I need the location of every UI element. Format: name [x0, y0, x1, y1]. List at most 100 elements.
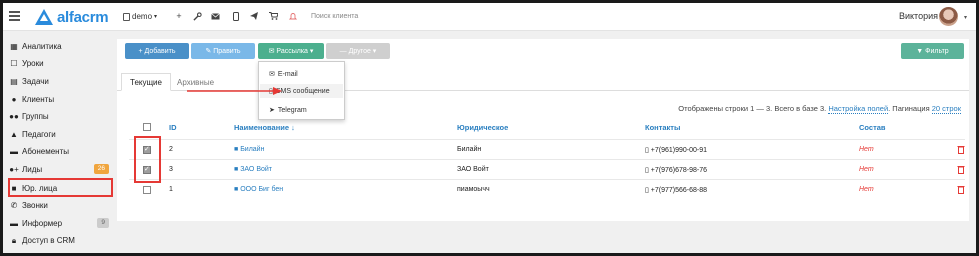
row-name: Билайн [240, 146, 265, 153]
mailing-button[interactable]: ✉ Рассылка ▾ [258, 43, 324, 59]
table-row[interactable]: 3 ■ ЗАО Войт ЗАО Войт ▯ +7(976)678-98-76… [129, 159, 965, 179]
telegram-icon: ➤ [269, 107, 275, 114]
filter-button[interactable]: ▼ Фильтр [901, 43, 964, 59]
row-name-link[interactable]: ■ ЗАО Войт [234, 166, 272, 173]
plus-icon[interactable]: + [173, 10, 185, 22]
phone-icon[interactable] [230, 10, 242, 22]
row-id: 2 [169, 146, 173, 153]
menu-icon[interactable] [9, 11, 20, 21]
mail-icon[interactable] [209, 10, 221, 22]
sidebar-item-teachers[interactable]: ▲ Педагоги [9, 127, 111, 142]
select-all-checkbox[interactable] [143, 123, 151, 131]
column-id[interactable]: ID [169, 123, 177, 132]
sidebar-item-informer[interactable]: ▬ Информер 9 [9, 216, 111, 231]
trash-icon[interactable] [957, 165, 965, 174]
legal-entities-highlight [8, 178, 113, 197]
menu-item-telegram[interactable]: ➤ Telegram [269, 104, 307, 116]
avatar[interactable] [939, 7, 958, 26]
row-name: ЗАО Войт [240, 166, 272, 173]
logo-text: alfacrm [57, 8, 109, 26]
branch-selector[interactable]: demo ▾ [123, 12, 157, 21]
user-name[interactable]: Виктория [899, 11, 938, 21]
add-button[interactable]: + Добавить [125, 43, 189, 59]
sidebar-item-label: Звонки [22, 201, 48, 210]
trash-icon[interactable] [957, 185, 965, 194]
sidebar-item-crm-access[interactable]: 🔒︎ Доступ в CRM [9, 233, 111, 248]
column-contacts[interactable]: Контакты [645, 123, 680, 132]
row-phone-text: +7(976)678-98-76 [650, 167, 708, 174]
branch-label: demo [132, 12, 153, 21]
field-settings-link[interactable]: Настройка полей [828, 104, 889, 114]
analytics-icon: ▦ [10, 42, 18, 51]
alfa-logo-icon [35, 9, 53, 25]
row-phone[interactable]: ▯ +7(961)990-00-91 [645, 146, 707, 154]
table-row[interactable]: 2 ■ Билайн Билайн ▯ +7(961)990-00-91 Нет [129, 139, 965, 159]
app-window: alfacrm demo ▾ + Поиск клиента Виктория … [3, 3, 976, 253]
other-button[interactable]: — Другое ▾ [326, 43, 390, 59]
cart-icon[interactable] [267, 10, 279, 22]
tab-current[interactable]: Текущие [121, 73, 171, 91]
info-icon: ▬ [10, 219, 18, 228]
sidebar-item-label: Педагоги [22, 130, 56, 139]
row-phone[interactable]: ▯ +7(977)566-68-88 [645, 186, 707, 194]
pagination-label: . Пагинация [888, 104, 930, 113]
row-name-link[interactable]: ■ ООО Биг бен [234, 186, 283, 193]
sidebar-item-label: Лиды [22, 165, 43, 174]
row-name-link[interactable]: ■ Билайн [234, 146, 264, 153]
row-id: 3 [169, 166, 173, 173]
telegram-icon[interactable] [248, 10, 260, 22]
wrench-icon[interactable] [191, 10, 203, 22]
menu-item-label: Telegram [277, 106, 307, 114]
app-logo[interactable]: alfacrm [33, 7, 109, 27]
row-phone-text: +7(961)990-00-91 [650, 147, 708, 154]
row-legal: Билайн [457, 146, 482, 153]
sidebar-item-subscriptions[interactable]: ▬ Абонементы [9, 144, 111, 159]
building-icon [123, 12, 130, 21]
chevron-down-icon[interactable]: ▾ [964, 14, 967, 21]
trash-icon[interactable] [957, 145, 965, 154]
row-staff: Нет [859, 186, 874, 193]
edit-button[interactable]: ✎ Править [191, 43, 255, 59]
row-phone[interactable]: ▯ +7(976)678-98-76 [645, 166, 707, 174]
sidebar-item-leads[interactable]: ●+ Лиды 26 [9, 162, 111, 177]
table-row[interactable]: 1 ■ ООО Биг бен пиамоычч ▯ +7(977)566-68… [129, 179, 965, 199]
row-checkbox[interactable] [143, 186, 151, 194]
sidebar-item-lessons[interactable]: ☐ Уроки [9, 56, 111, 71]
search-input[interactable]: Поиск клиента [311, 13, 358, 20]
checked-rows-highlight [134, 136, 161, 183]
row-staff: Нет [859, 146, 874, 153]
pagination-select[interactable]: 20 строк [931, 104, 961, 114]
row-phone-text: +7(977)566-68-88 [650, 187, 708, 194]
table-info: Отображены строки 1 — 3. Всего в базе 3.… [678, 104, 961, 114]
sidebar-item-calls[interactable]: ✆ Звонки [9, 198, 111, 213]
sidebar-item-label: Доступ в CRM [22, 236, 75, 245]
sidebar-item-groups[interactable]: ●● Группы [9, 109, 111, 124]
menu-item-email[interactable]: ✉ E-mail [269, 68, 298, 80]
bell-icon[interactable] [287, 10, 299, 22]
sidebar-item-label: Группы [22, 112, 49, 121]
user-plus-icon: ●+ [9, 165, 19, 174]
calendar-icon: ☐ [10, 59, 18, 68]
row-legal: пиамоычч [457, 186, 490, 193]
mail-icon: ✉ [269, 71, 275, 78]
card-icon: ▬ [10, 147, 18, 156]
tasks-icon: ▤ [10, 77, 18, 86]
column-name[interactable]: Наименование ↓ [234, 123, 295, 132]
row-staff: Нет [859, 166, 874, 173]
sidebar-item-label: Аналитика [22, 42, 62, 51]
top-bar: alfacrm demo ▾ + Поиск клиента Виктория … [3, 3, 976, 31]
sidebar-item-clients[interactable]: ● Клиенты [9, 92, 111, 107]
row-name: ООО Биг бен [240, 186, 284, 193]
chevron-down-icon: ▾ [154, 14, 158, 20]
column-legal[interactable]: Юридическое [457, 123, 508, 132]
menu-item-label: E-mail [277, 70, 298, 78]
sidebar-item-label: Информер [22, 219, 63, 228]
row-id: 1 [169, 186, 173, 193]
lock-icon: 🔒︎ [11, 235, 17, 245]
sidebar-item-analytics[interactable]: ▦ Аналитика [9, 39, 111, 54]
sidebar-item-tasks[interactable]: ▤ Задачи [9, 74, 111, 89]
graduation-icon: ▲ [10, 130, 18, 139]
column-staff[interactable]: Состав [859, 123, 886, 132]
annotation-arrow-icon [187, 87, 282, 95]
phone-icon: ✆ [10, 201, 18, 210]
